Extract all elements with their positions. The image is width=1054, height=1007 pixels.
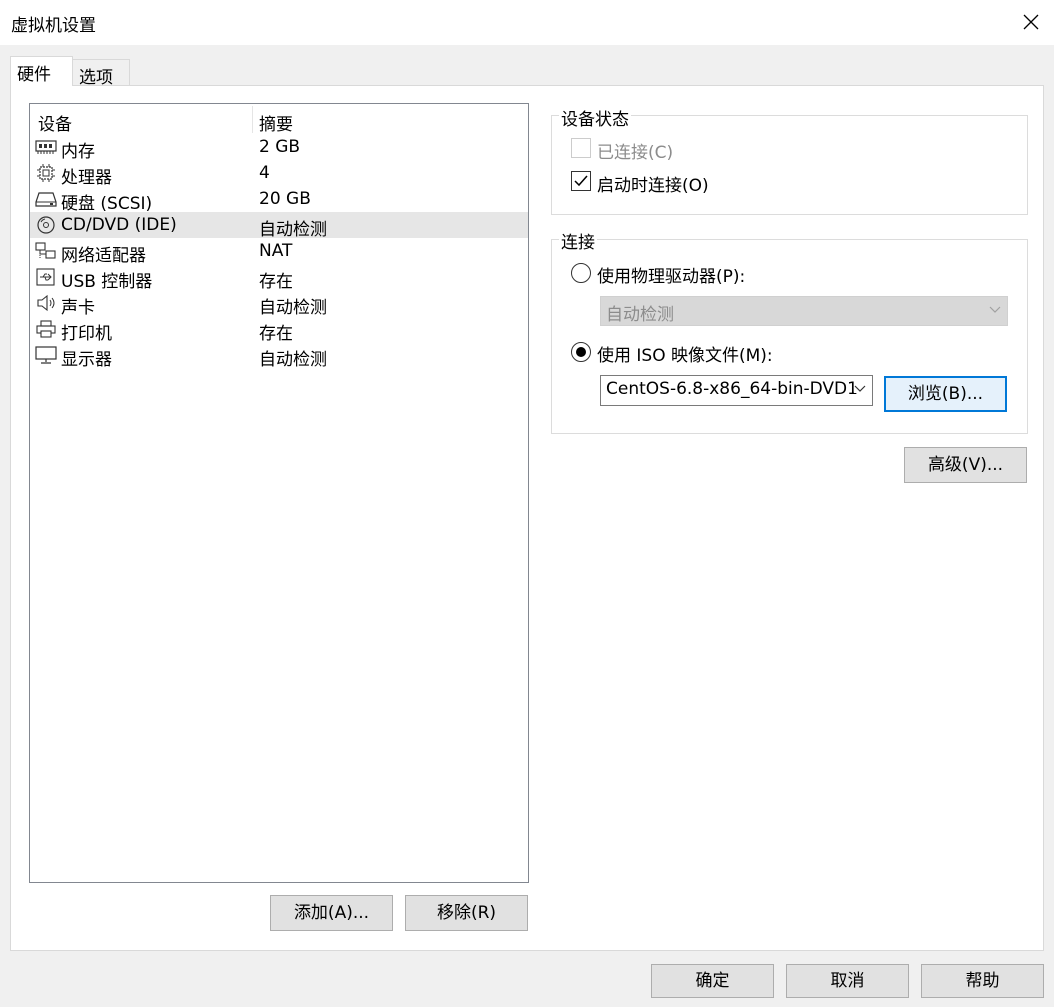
speaker-icon [37,294,55,312]
hard-disk-icon [35,192,57,207]
device-status-title: 设备状态 [559,105,631,130]
printer-icon [36,320,56,338]
device-name: 处理器 [61,168,112,188]
checkmark-icon [574,175,588,187]
connected-checkbox[interactable] [571,138,591,158]
advanced-button[interactable]: 高级(V)... [904,447,1027,483]
remove-button[interactable]: 移除(R) [405,895,528,931]
iso-image-radio[interactable] [571,342,591,362]
connect-at-power-on-label[interactable]: 启动时连接(O) [597,171,709,196]
connection-title: 连接 [559,228,597,253]
add-button[interactable]: 添加(A)... [270,895,393,931]
connected-label[interactable]: 已连接(C) [597,138,673,163]
iso-image-label[interactable]: 使用 ISO 映像文件(M): [597,341,773,366]
column-header-summary[interactable]: 摘要 [259,110,293,135]
device-name: 硬盘 (SCSI) [61,194,153,214]
help-button[interactable]: 帮助 [921,964,1044,998]
network-adapter-icon [35,242,56,259]
device-row-cd-dvd[interactable]: CD/DVD (IDE) 自动检测 [30,212,528,240]
title-bar [0,0,1054,45]
tab-hardware[interactable]: 硬件 [10,56,73,86]
device-row-printer[interactable]: 打印机 存在 [30,316,528,344]
window-title: 虚拟机设置 [11,16,96,36]
device-row-processor[interactable]: 处理器 4 [30,160,528,188]
physical-drive-label[interactable]: 使用物理驱动器(P): [597,262,745,287]
ok-button[interactable]: 确定 [651,964,774,998]
device-list[interactable]: 设备 摘要 内存 2 GB 处理器 4 硬盘 (SCSI) 20 GB CD/D… [29,103,529,883]
device-summary: 自动检测 [259,350,327,370]
device-summary: 自动检测 [259,298,327,318]
device-name: USB 控制器 [61,272,153,292]
device-row-usb-controller[interactable]: USB 控制器 存在 [30,264,528,292]
browse-button[interactable]: 浏览(B)... [884,376,1007,412]
connect-at-power-on-checkbox[interactable] [571,171,591,191]
usb-icon [36,268,55,286]
device-name: CD/DVD (IDE) [61,215,177,235]
close-button[interactable] [1014,6,1048,38]
column-separator[interactable] [252,106,253,133]
device-name: 打印机 [61,324,112,344]
device-summary: NAT [259,241,293,261]
tab-options[interactable]: 选项 [73,59,130,88]
device-summary: 存在 [259,272,293,292]
device-row-hard-disk[interactable]: 硬盘 (SCSI) 20 GB [30,186,528,214]
device-summary: 自动检测 [259,220,327,240]
device-row-sound-card[interactable]: 声卡 自动检测 [30,290,528,318]
monitor-icon [35,346,57,364]
cancel-button[interactable]: 取消 [786,964,909,998]
iso-path-combobox[interactable]: CentOS-6.8-x86_64-bin-DVD1 [600,375,873,406]
device-row-memory[interactable]: 内存 2 GB [30,134,528,162]
cd-dvd-icon [37,216,55,234]
physical-drive-value: 自动检测 [606,305,674,325]
chevron-down-icon [854,385,866,393]
physical-drive-select[interactable]: 自动检测 [600,296,1008,326]
device-row-display[interactable]: 显示器 自动检测 [30,342,528,370]
chevron-down-icon [989,306,1001,313]
device-name: 显示器 [61,350,112,370]
memory-icon [35,140,57,154]
device-summary: 2 GB [259,137,301,157]
physical-drive-radio[interactable] [571,263,591,283]
device-status-group [551,115,1028,215]
device-summary: 4 [259,163,270,183]
device-name: 网络适配器 [61,246,146,266]
iso-path-value: CentOS-6.8-x86_64-bin-DVD1 [606,379,858,399]
cpu-icon [37,164,55,182]
device-summary: 20 GB [259,189,311,209]
column-header-device[interactable]: 设备 [38,110,72,135]
device-name: 内存 [61,142,95,162]
device-row-network-adapter[interactable]: 网络适配器 NAT [30,238,528,266]
close-icon [1023,14,1039,30]
device-summary: 存在 [259,324,293,344]
device-name: 声卡 [61,298,95,318]
